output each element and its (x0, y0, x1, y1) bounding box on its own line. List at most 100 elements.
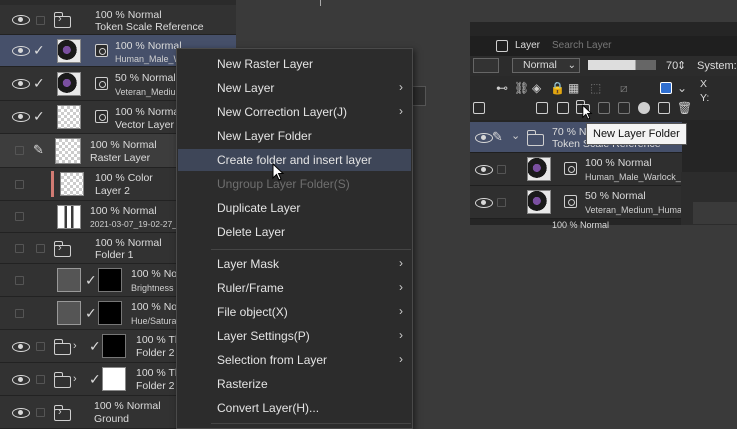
y-label: Y: (700, 92, 710, 104)
opacity-slider[interactable] (588, 60, 656, 70)
lock-icon[interactable]: 🔒 (550, 82, 565, 94)
new-vector-layer-icon[interactable] (557, 102, 569, 114)
opacity-stepper-icon[interactable]: ⇕ (677, 60, 686, 72)
lock-checkbox[interactable] (36, 375, 45, 384)
apply-mask-icon[interactable] (658, 102, 670, 114)
visibility-eye-icon[interactable] (12, 15, 30, 25)
visibility-checkbox[interactable] (15, 276, 24, 285)
layer-opacity: 70 % N (552, 126, 587, 138)
menu-new-correction-layer[interactable]: New Correction Layer(J) › (178, 101, 411, 123)
chevron-right-icon[interactable]: › (73, 374, 77, 385)
menu-layer-mask[interactable]: Layer Mask › (178, 253, 411, 275)
visibility-eye-icon[interactable] (475, 133, 493, 143)
visibility-eye-icon[interactable] (12, 79, 30, 89)
tab-layer[interactable]: Layer (515, 36, 540, 56)
lock-checkbox[interactable] (497, 198, 506, 207)
layer-color-icon[interactable] (660, 82, 672, 94)
side-panel-button[interactable] (693, 202, 737, 224)
layer-row-token-scale-reference[interactable]: › 100 % Normal Token Scale Reference (0, 5, 236, 35)
transfer-down-icon[interactable] (598, 102, 610, 114)
layer-opacity: 100 % Normal (90, 139, 157, 151)
menu-new-raster-layer[interactable]: New Raster Layer (178, 53, 411, 75)
image-layer-icon (95, 77, 108, 90)
layer-name: 2021-03-07_19-02-27_C (90, 219, 184, 229)
layer-thumbnail (57, 39, 81, 63)
visibility-eye-icon[interactable] (12, 342, 30, 352)
check-icon[interactable]: ✓ (33, 109, 45, 123)
target-icon[interactable]: ⬚ (590, 82, 601, 94)
layer-panel-menu-icon[interactable] (473, 102, 485, 114)
menu-new-layer[interactable]: New Layer › (178, 77, 411, 99)
mask-thumbnail (102, 367, 126, 391)
layer-opacity: 100 % Color (95, 172, 153, 184)
menu-rasterize[interactable]: Rasterize (178, 373, 411, 395)
menu-label: Layer Settings(P) (217, 329, 310, 343)
menu-new-layer-folder[interactable]: New Layer Folder (178, 125, 411, 147)
layer-opacity: 100 % Normal (95, 237, 162, 249)
visibility-checkbox[interactable] (15, 212, 24, 221)
x-label: X (700, 78, 708, 90)
visibility-checkbox[interactable] (15, 146, 24, 155)
visibility-eye-icon[interactable] (475, 198, 493, 208)
lock-checkbox[interactable] (36, 342, 45, 351)
visibility-eye-icon[interactable] (12, 375, 30, 385)
lock-checkbox[interactable] (36, 408, 45, 417)
visibility-eye-icon[interactable] (12, 46, 30, 56)
visibility-eye-icon[interactable] (12, 112, 30, 122)
reference-icon[interactable]: ◈ (532, 82, 541, 94)
layer-mask-icon[interactable] (638, 102, 650, 114)
tab-search-layer[interactable]: Search Layer (552, 36, 611, 56)
submenu-arrow-icon: › (399, 328, 403, 342)
blend-mode-select[interactable]: Normal ⌄ (512, 58, 580, 73)
side-button[interactable] (412, 86, 426, 106)
ruler-icon[interactable]: ⊷ (496, 82, 508, 94)
visibility-eye-icon[interactable] (475, 165, 493, 175)
lock-checkbox[interactable] (36, 16, 45, 25)
submenu-arrow-icon: › (399, 80, 403, 94)
check-icon[interactable]: ✓ (89, 372, 101, 386)
layer-opacity: 50 % Normal (115, 72, 176, 84)
chevron-down-icon[interactable]: ⌄ (677, 82, 687, 94)
check-icon[interactable]: ✓ (33, 43, 45, 57)
fill-icon[interactable]: ⧄ (620, 82, 628, 94)
menu-selection-from-layer[interactable]: Selection from Layer › (178, 349, 411, 371)
visibility-eye-icon[interactable] (12, 408, 30, 418)
expression-color-select[interactable] (473, 58, 499, 73)
menu-label: New Correction Layer(J) (217, 105, 348, 119)
layer-name: Layer 2 (95, 185, 131, 197)
menu-layer-settings[interactable]: Layer Settings(P) › (178, 325, 411, 347)
chevron-down-icon[interactable]: ⌄ (511, 131, 520, 142)
chevron-right-icon[interactable]: › (58, 243, 62, 254)
new-raster-layer-icon[interactable] (536, 102, 548, 114)
check-icon[interactable]: ✓ (33, 76, 45, 90)
menu-convert-layer[interactable]: Convert Layer(H)... (178, 397, 411, 419)
lock-checkbox[interactable] (36, 244, 45, 253)
layer-name: Token Scale Reference (95, 21, 204, 33)
lock-transparent-icon[interactable]: ▦ (568, 82, 579, 94)
menu-create-folder-insert-layer[interactable]: Create folder and insert layer (178, 149, 411, 171)
menu-delete-layer[interactable]: Delete Layer (178, 221, 411, 243)
clip-icon[interactable]: ⛓ (514, 82, 529, 94)
trash-icon[interactable]: 🗑 (677, 102, 692, 114)
visibility-checkbox[interactable] (15, 244, 24, 253)
menu-duplicate-layer[interactable]: Duplicate Layer (178, 197, 411, 219)
lock-checkbox[interactable] (497, 165, 506, 174)
layer-opacity: 100 % Normal (115, 106, 182, 118)
inset-layer-human-male-warlock[interactable]: 100 % Normal Human_Male_Warlock_ (470, 153, 682, 186)
chevron-right-icon[interactable]: › (58, 14, 62, 25)
chevron-right-icon[interactable]: › (58, 407, 62, 418)
menu-ruler-frame[interactable]: Ruler/Frame › (178, 277, 411, 299)
visibility-checkbox[interactable] (15, 309, 24, 318)
chevron-right-icon[interactable]: › (73, 341, 77, 352)
check-icon[interactable]: ✓ (85, 273, 97, 287)
inset-layer-veteran-medium-human[interactable]: 50 % Normal Veteran_Medium_Human (470, 186, 687, 219)
menu-file-object[interactable]: File object(X) › (178, 301, 411, 323)
visibility-checkbox[interactable] (15, 180, 24, 189)
tooltip-new-layer-folder: New Layer Folder (586, 123, 687, 145)
merge-down-icon[interactable] (618, 102, 630, 114)
check-icon[interactable]: ✓ (85, 306, 97, 320)
check-icon[interactable]: ✓ (89, 339, 101, 353)
side-panel (681, 172, 737, 225)
menu-ungroup-layer-folder[interactable]: Ungroup Layer Folder(S) (178, 173, 411, 195)
layer-thumbnail (57, 72, 81, 96)
